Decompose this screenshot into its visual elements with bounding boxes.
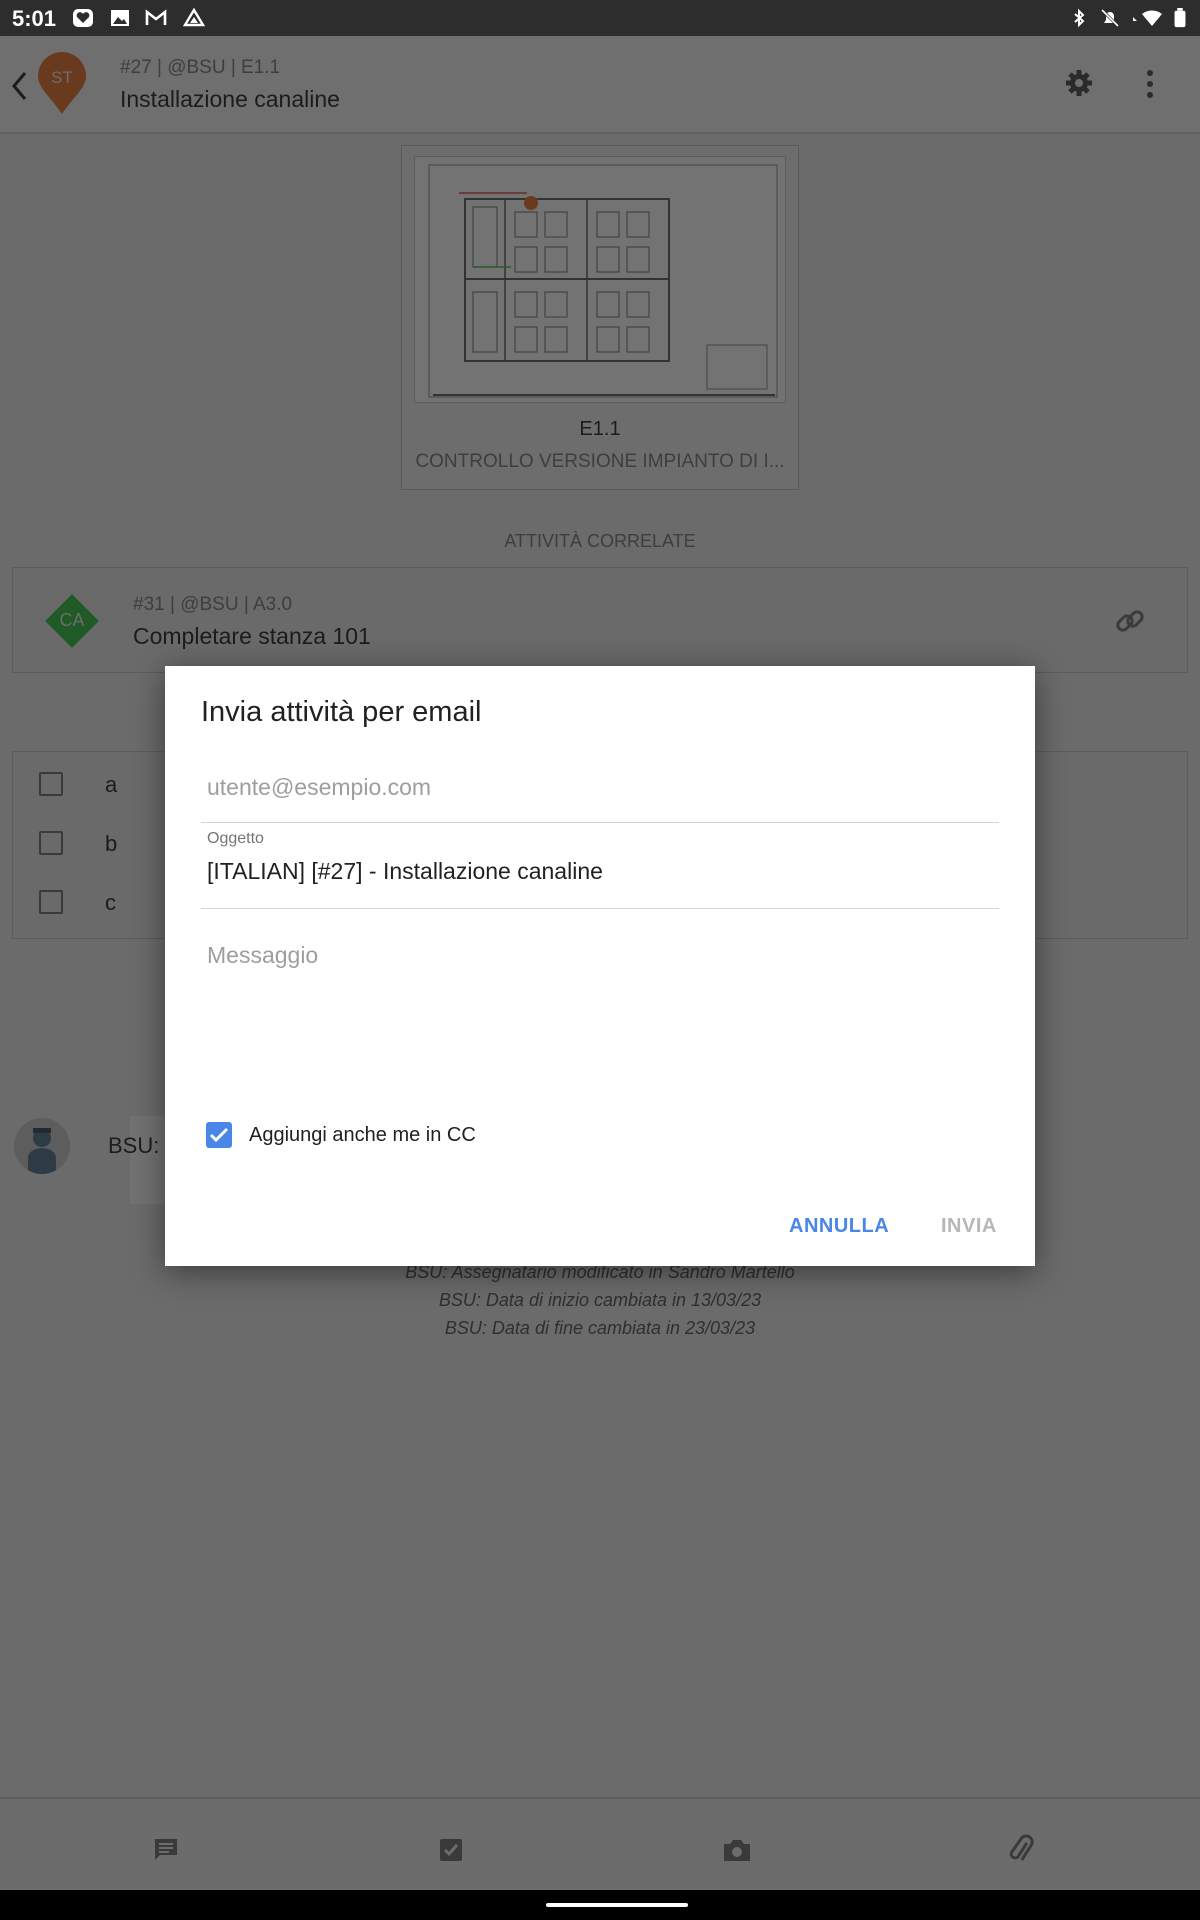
related-activity-subtitle: #31 | @BSU | A3.0 xyxy=(133,594,293,615)
gear-icon[interactable] xyxy=(1064,68,1094,98)
worker-avatar-icon xyxy=(28,1128,56,1174)
page-title: Installazione canaline xyxy=(120,86,340,112)
drawing-card[interactable]: E1.1 CONTROLLO VERSIONE IMPIANTO DI I... xyxy=(401,145,799,490)
message-field[interactable]: Messaggio xyxy=(201,910,999,1020)
mute-icon xyxy=(1100,8,1120,28)
checkbox-checked-icon[interactable] xyxy=(205,1121,233,1149)
comment-icon[interactable] xyxy=(152,1836,180,1864)
wifi-icon xyxy=(1133,10,1162,26)
related-activity-row[interactable]: CA #31 | @BSU | A3.0 Completare stanza 1… xyxy=(12,567,1188,673)
link-icon[interactable] xyxy=(1113,604,1147,638)
task-subtitle: #27 | @BSU | E1.1 xyxy=(120,57,281,78)
bluetooth-icon xyxy=(1074,8,1085,28)
comment-bubble xyxy=(130,1116,170,1204)
activity-badge-label: CA xyxy=(59,610,85,630)
comment-author: BSU: xyxy=(108,1133,160,1158)
checklist-item-label: b xyxy=(105,831,118,856)
attachment-icon[interactable] xyxy=(1006,1834,1036,1866)
avatar-initials: ST xyxy=(51,68,73,87)
history-entry: BSU: Data di fine cambiata in 23/03/23 xyxy=(444,1318,756,1338)
drawing-name: CONTROLLO VERSIONE IMPIANTO DI I... xyxy=(415,451,785,472)
status-bar: 5:01 xyxy=(0,0,1200,36)
app-bar: ST #27 | @BSU | E1.1 Installazione canal… xyxy=(0,36,1200,134)
avatar-pin: ST xyxy=(36,50,88,116)
status-time: 5:01 xyxy=(12,6,57,31)
history-entry: BSU: Data di inizio cambiata in 13/03/23 xyxy=(438,1290,762,1310)
subject-field[interactable]: Oggetto [ITALIAN] [#27] - Installazione … xyxy=(201,822,999,909)
subject-value: [ITALIAN] [#27] - Installazione canaline xyxy=(207,858,603,884)
email-field[interactable]: utente@esempio.com xyxy=(201,756,999,823)
related-section-label: ATTIVITÀ CORRELATE xyxy=(504,531,696,551)
checkbox[interactable] xyxy=(39,831,63,855)
more-vert-icon[interactable] xyxy=(1140,68,1160,100)
checklist-item-label: a xyxy=(105,772,118,797)
cancel-button[interactable]: ANNULLA xyxy=(789,1215,889,1238)
cc-label: Aggiungi anche me in CC xyxy=(249,1124,476,1146)
avatar xyxy=(14,1118,70,1174)
image-icon xyxy=(111,10,129,26)
drawing-thumbnail xyxy=(414,156,786,403)
battery-icon xyxy=(1174,8,1186,28)
cc-checkbox-row[interactable]: Aggiungi anche me in CC xyxy=(205,1121,505,1151)
message-placeholder: Messaggio xyxy=(207,942,319,968)
email-dialog: Invia attività per email utente@esempio.… xyxy=(165,666,1035,1266)
checkbox[interactable] xyxy=(39,890,63,914)
checkbox[interactable] xyxy=(39,772,63,796)
gmail-icon xyxy=(145,9,167,25)
heart-shield-icon xyxy=(73,9,93,27)
drive-icon xyxy=(183,8,205,27)
drawing-code: E1.1 xyxy=(579,418,621,440)
subject-label: Oggetto xyxy=(207,830,264,847)
checkbox-icon[interactable] xyxy=(437,1836,465,1864)
related-activity-title: Completare stanza 101 xyxy=(133,623,371,649)
dialog-title: Invia attività per email xyxy=(201,696,482,728)
camera-icon[interactable] xyxy=(722,1836,752,1864)
floor-plan-image xyxy=(428,164,778,398)
bottom-toolbar xyxy=(0,1797,1200,1892)
checklist-item-label: c xyxy=(105,890,116,915)
back-arrow-icon[interactable] xyxy=(10,70,30,102)
home-indicator[interactable] xyxy=(546,1903,688,1907)
send-button[interactable]: INVIA xyxy=(941,1215,997,1238)
email-placeholder: utente@esempio.com xyxy=(207,774,432,800)
navigation-gesture-bar xyxy=(0,1890,1200,1920)
